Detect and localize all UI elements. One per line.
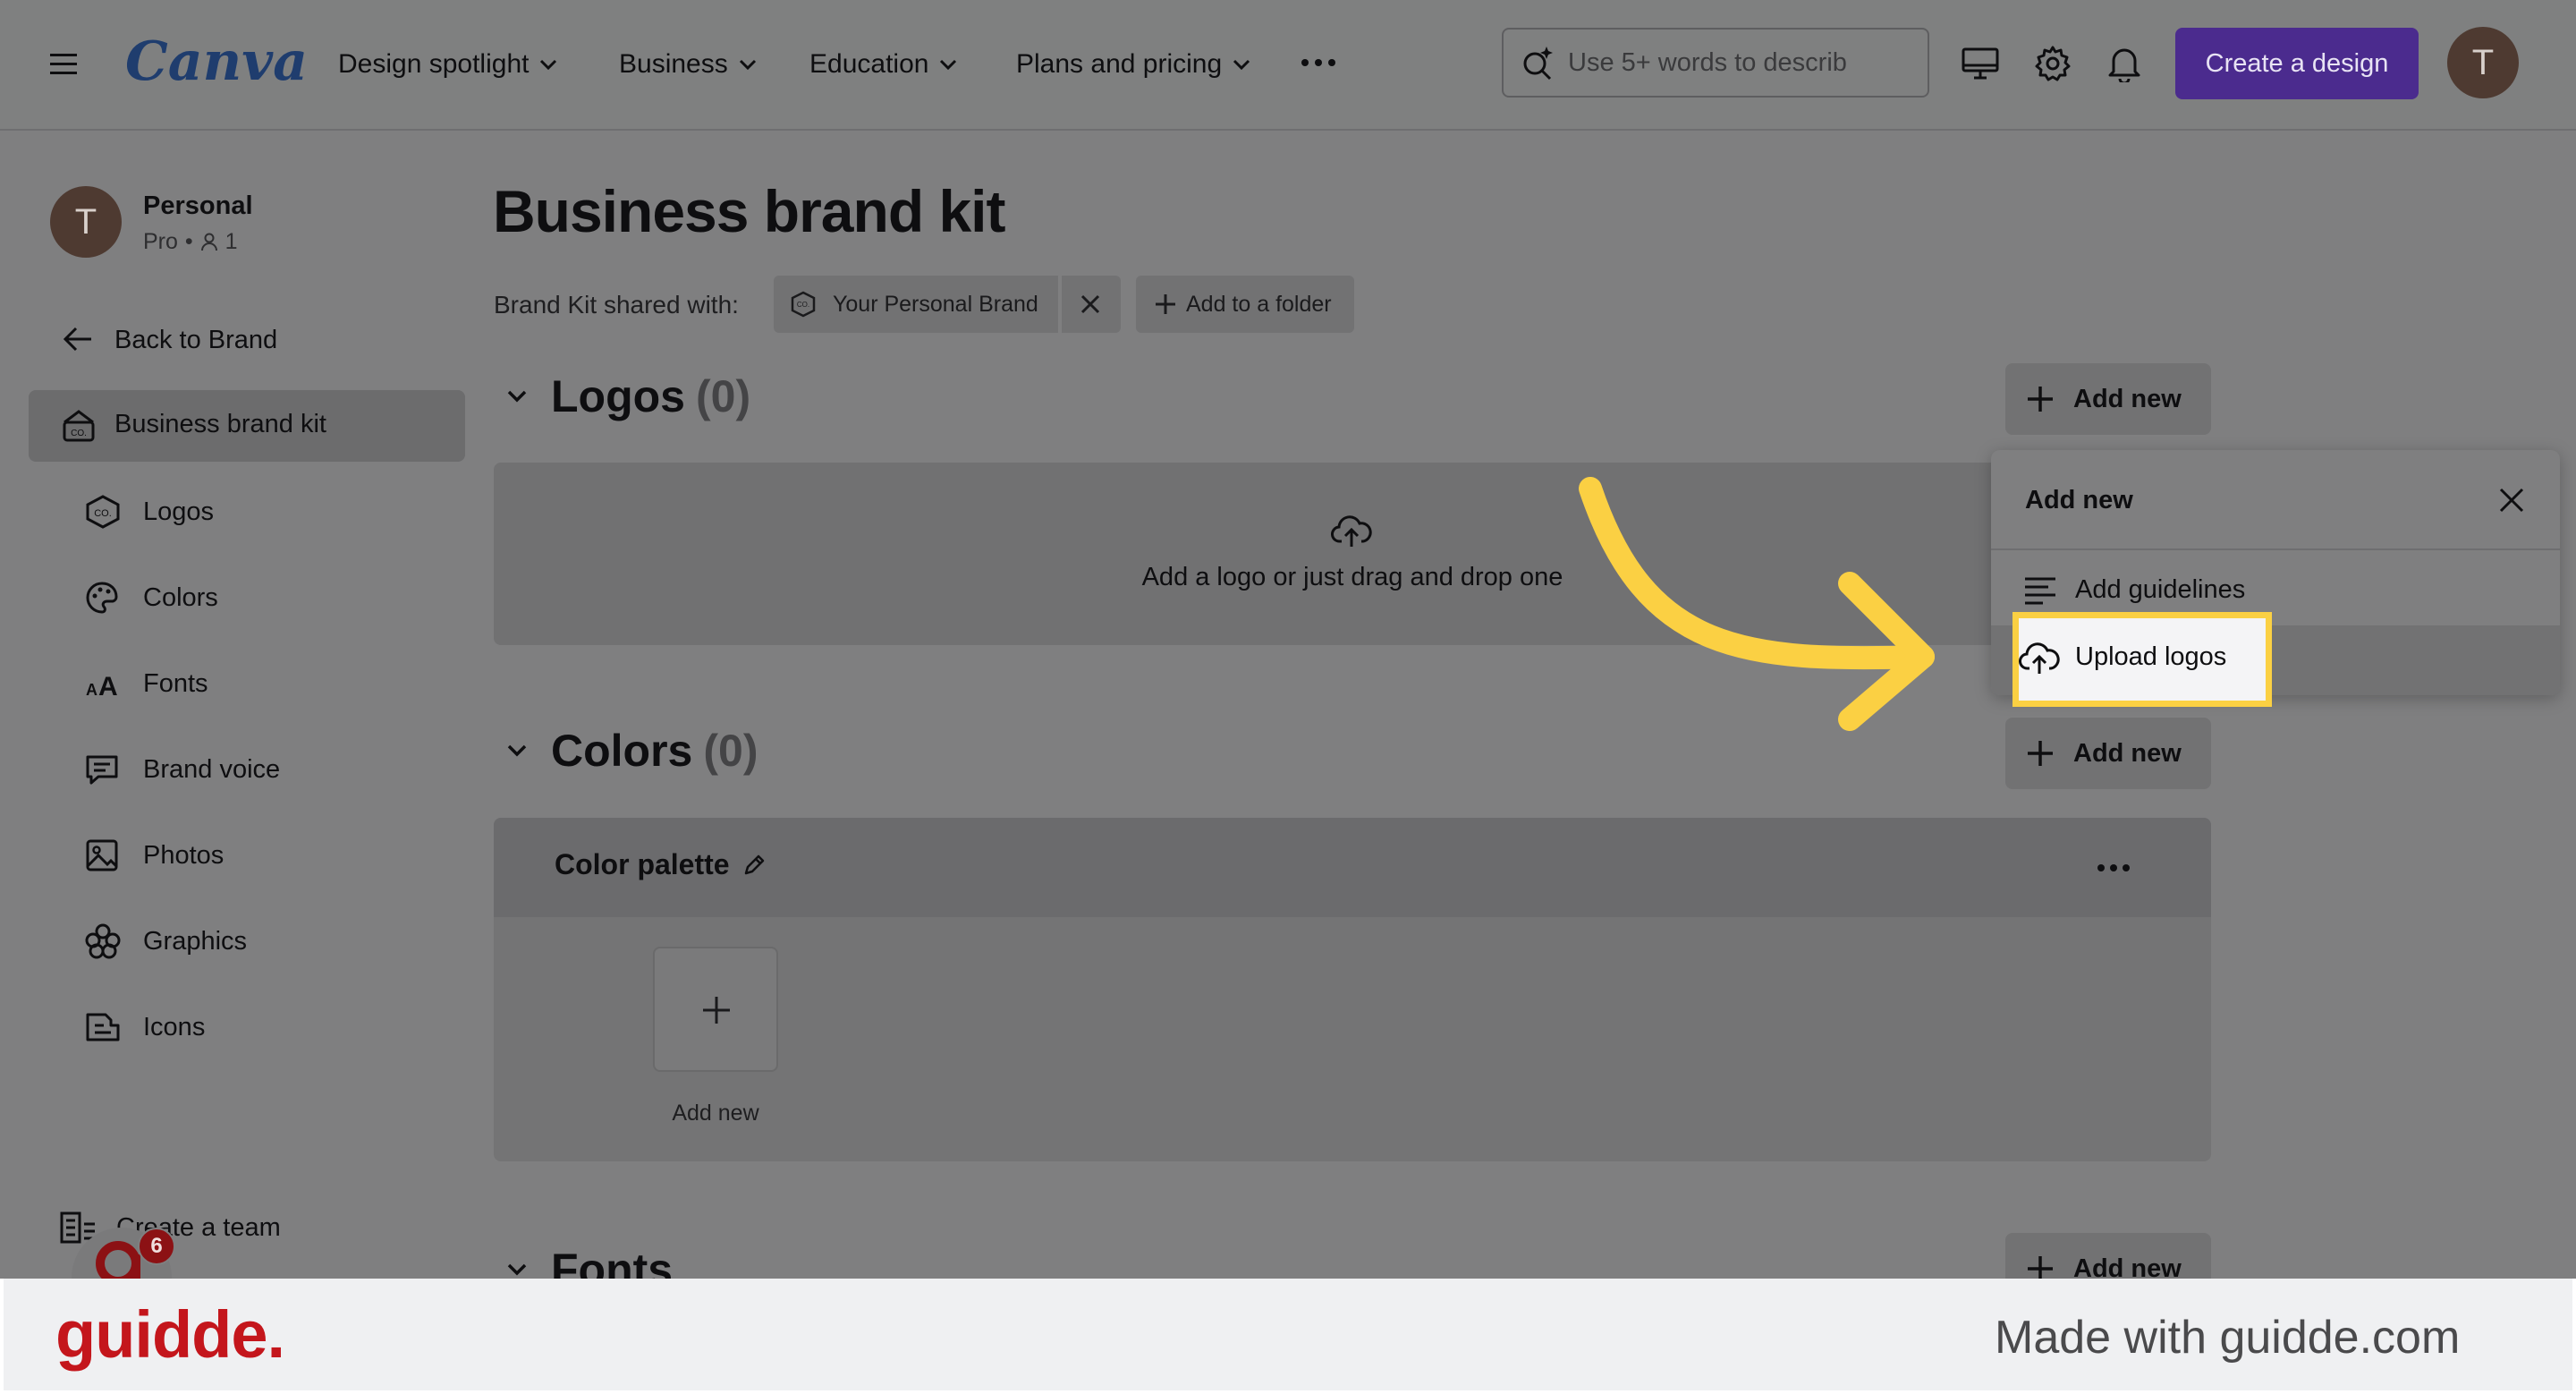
account-plan: Pro xyxy=(143,229,178,254)
account-details: Pro • 1 xyxy=(143,229,238,255)
chevron-down-icon xyxy=(739,59,756,70)
notification-badge: 6 xyxy=(138,1228,175,1265)
close-icon[interactable] xyxy=(1080,293,1101,315)
notifications-bell-icon[interactable] xyxy=(2107,45,2141,82)
search-input[interactable]: Use 5+ words to describ xyxy=(1568,48,1908,78)
nav-business[interactable]: Business xyxy=(619,45,757,84)
more-menu-icon[interactable] xyxy=(1301,57,1336,68)
photo-icon xyxy=(86,839,118,871)
guide-arrow-icon xyxy=(1579,477,1935,731)
shared-brand-chip[interactable]: CO. Your Personal Brand xyxy=(774,276,1121,333)
canva-logo[interactable]: Canva xyxy=(125,30,308,93)
chevron-down-icon xyxy=(540,59,557,70)
chip-divider xyxy=(1058,276,1062,333)
plus-icon xyxy=(1156,294,1175,314)
chevron-down-icon xyxy=(507,390,527,403)
brand-voice-icon xyxy=(86,755,118,785)
svg-text:A: A xyxy=(98,672,118,701)
chip-label: Your Personal Brand xyxy=(833,291,1038,317)
palette-title-text: Color palette xyxy=(555,848,730,880)
account-name: Personal xyxy=(143,191,253,220)
palette-icon xyxy=(86,582,118,614)
brand-kit-icon: CO. xyxy=(63,410,95,442)
menu-icon[interactable] xyxy=(50,52,79,77)
people-icon xyxy=(200,233,217,251)
arrow-left-icon xyxy=(63,327,91,352)
sidebar-item-label: Business brand kit xyxy=(114,410,326,438)
create-design-button[interactable]: Create a design xyxy=(2175,28,2419,99)
guidelines-icon xyxy=(2025,577,2055,605)
desktop-app-icon[interactable] xyxy=(1961,47,2000,81)
nav-design-spotlight[interactable]: Design spotlight xyxy=(338,45,557,84)
chevron-down-icon xyxy=(940,59,957,70)
plus-icon xyxy=(2028,741,2053,766)
nav-plans-pricing[interactable]: Plans and pricing xyxy=(1016,45,1250,84)
footer-tagline[interactable]: Made with guidde.com xyxy=(1995,1311,2460,1364)
separator-dot: • xyxy=(184,229,193,254)
settings-gear-icon[interactable] xyxy=(2034,45,2072,82)
add-new-label: Add new xyxy=(2073,738,2182,768)
colors-section-header[interactable]: Colors (0) xyxy=(506,725,758,777)
logo-icon: CO. xyxy=(791,291,816,318)
icons-icon xyxy=(86,1013,120,1041)
logo-icon: CO. xyxy=(86,495,120,529)
dropdown-divider xyxy=(1991,548,2560,550)
account-avatar[interactable]: T xyxy=(50,186,122,258)
dropdown-title: Add new xyxy=(2025,486,2133,514)
close-icon[interactable] xyxy=(2497,486,2526,514)
shared-with-label: Brand Kit shared with: xyxy=(494,291,739,319)
svg-text:CO.: CO. xyxy=(71,429,87,438)
nav-label: Education xyxy=(809,49,929,79)
upload-cloud-icon xyxy=(2019,642,2060,674)
upload-cloud-icon xyxy=(1331,515,1372,547)
search-bar[interactable]: Use 5+ words to describ xyxy=(1502,28,1929,98)
nav-label: Design spotlight xyxy=(338,49,530,79)
chevron-down-icon xyxy=(507,1263,527,1276)
svg-text:CO.: CO. xyxy=(797,301,809,309)
sidebar-item-business-brand-kit[interactable]: CO. Business brand kit xyxy=(29,390,465,462)
guidde-footer: guidde. Made with guidde.com xyxy=(0,1279,2576,1394)
nav-label: Plans and pricing xyxy=(1016,49,1223,79)
menu-item-upload-logos[interactable]: Upload logos xyxy=(2012,612,2272,707)
logos-heading: Logos xyxy=(551,371,685,421)
font-icon: AA xyxy=(86,672,118,701)
account-members: 1 xyxy=(225,229,238,254)
drop-area-text: Add a logo or just drag and drop one xyxy=(1141,563,1563,591)
logos-section-header[interactable]: Logos (0) xyxy=(506,370,750,422)
menu-item-label: Add guidelines xyxy=(2075,575,2246,604)
page-title: Business brand kit xyxy=(493,178,1005,244)
add-color-label: Add new xyxy=(672,1101,759,1126)
add-to-folder-button[interactable]: Add to a folder xyxy=(1136,276,1354,333)
pencil-edit-icon[interactable] xyxy=(742,854,766,877)
colors-add-new-button[interactable]: Add new xyxy=(2005,718,2211,789)
guidde-logo[interactable]: guidde. xyxy=(55,1296,285,1373)
chevron-down-icon xyxy=(507,744,527,757)
add-folder-label: Add to a folder xyxy=(1186,291,1332,317)
nav-education[interactable]: Education xyxy=(809,45,957,84)
chevron-down-icon xyxy=(1233,59,1250,70)
magic-search-icon xyxy=(1523,47,1553,81)
graphics-icon xyxy=(85,923,121,959)
svg-text:CO.: CO. xyxy=(94,508,112,519)
user-avatar[interactable]: T xyxy=(2447,27,2519,98)
colors-heading: Colors xyxy=(551,726,693,776)
color-palette-card: Color palette Add new xyxy=(494,818,2211,1161)
add-new-label: Add new xyxy=(2073,384,2182,413)
add-color-swatch[interactable] xyxy=(653,947,778,1072)
logo-drop-area[interactable]: Add a logo or just drag and drop one xyxy=(494,463,2211,645)
svg-text:A: A xyxy=(86,681,97,699)
plus-icon xyxy=(2028,387,2053,412)
palette-title[interactable]: Color palette xyxy=(555,848,766,881)
more-options-icon[interactable] xyxy=(2097,863,2131,873)
logos-add-new-button[interactable]: Add new xyxy=(2005,363,2211,435)
colors-count: (0) xyxy=(703,726,758,776)
nav-label: Business xyxy=(619,49,728,79)
plus-icon xyxy=(703,997,730,1024)
menu-item-label: Upload logos xyxy=(2075,642,2227,671)
logos-count: (0) xyxy=(695,371,751,421)
